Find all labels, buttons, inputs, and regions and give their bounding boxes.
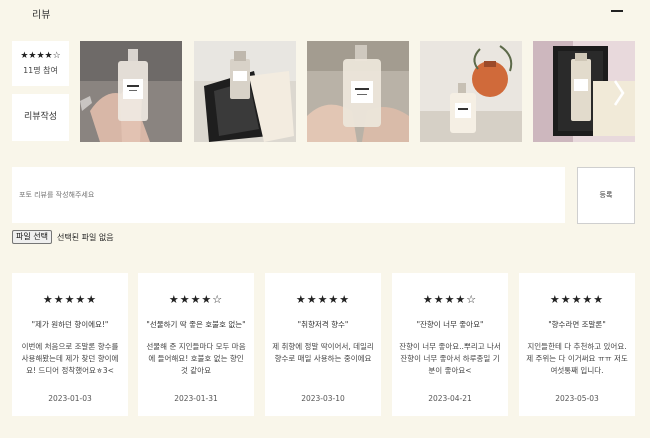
review-body: 잔향이 너무 좋아요..뿌리고 나서 잔향이 너무 좋아서 하루종일 기분이 좋…	[399, 342, 501, 375]
review-date: 2023-03-10	[301, 394, 345, 403]
review-stars: ★★★★☆	[168, 293, 224, 306]
review-title: "향수라면 조말론"	[548, 320, 606, 329]
review-photo-4[interactable]	[420, 41, 522, 142]
review-card: ★★★★☆ "선물하기 딱 좋은 호불호 없는" 선물해 준 지인들마다 모두 …	[138, 273, 254, 416]
review-stars: ★★★★★	[295, 293, 351, 306]
rating-stars: ★★★★☆	[20, 51, 61, 61]
review-title: "취향저격 향수"	[297, 320, 349, 329]
review-date: 2023-04-21	[428, 394, 472, 403]
carousel-next-arrow-icon[interactable]	[612, 78, 626, 108]
review-date: 2023-05-03	[555, 394, 599, 403]
submit-button[interactable]: 등록	[577, 167, 635, 224]
file-select-button[interactable]: 파일 선택	[12, 230, 52, 244]
review-stars: ★★★★★	[42, 293, 98, 306]
review-date: 2023-01-03	[48, 394, 92, 403]
review-card: ★★★★★ "제가 원하던 향이에요!" 이번에 처음으로 조말론 향수를 사용…	[12, 273, 128, 416]
review-date: 2023-01-31	[174, 394, 218, 403]
review-card: ★★★★☆ "잔향이 너무 좋아요" 잔향이 너무 좋아요..뿌리고 나서 잔향…	[392, 273, 508, 416]
review-stars: ★★★★☆	[422, 293, 478, 306]
review-title: "잔향이 너무 좋아요"	[416, 320, 484, 329]
rating-count: 11명 참여	[23, 66, 58, 75]
review-body: 지인들한테 다 추천하고 있어요. 제 주위는 다 이거써요 ㅠㅠ 저도 여섯통…	[526, 342, 628, 375]
file-status-text: 선택된 파일 없음	[57, 233, 114, 242]
collapse-button[interactable]	[611, 10, 623, 12]
review-photo-3[interactable]	[307, 41, 409, 142]
review-body: 선물해 준 지인들마다 모두 마음에 들어해요! 호불호 없는 향인 것 같아요	[146, 342, 246, 375]
review-text-input[interactable]	[12, 167, 565, 223]
rating-summary: ★★★★☆ 11명 참여	[12, 41, 69, 86]
review-stars: ★★★★★	[549, 293, 605, 306]
review-title: "선물하기 딱 좋은 호불호 없는"	[146, 320, 246, 329]
review-body: 제 취향에 정말 딱이어서, 데일리 향수로 매일 사용하는 중이에요	[272, 342, 374, 363]
review-photo-1[interactable]	[80, 41, 182, 142]
review-title: "제가 원하던 향이에요!"	[31, 320, 109, 329]
reviews-header-title: 리뷰	[32, 10, 51, 21]
write-review-button[interactable]: 리뷰작성	[12, 94, 69, 141]
review-body: 이번에 처음으로 조말론 향수를 사용해봤는데 제가 찾던 향이에요! 드디어 …	[21, 342, 119, 375]
review-card: ★★★★★ "취향저격 향수" 제 취향에 정말 딱이어서, 데일리 향수로 매…	[265, 273, 381, 416]
review-card: ★★★★★ "향수라면 조말론" 지인들한테 다 추천하고 있어요. 제 주위는…	[519, 273, 635, 416]
review-photo-2[interactable]	[194, 41, 296, 142]
